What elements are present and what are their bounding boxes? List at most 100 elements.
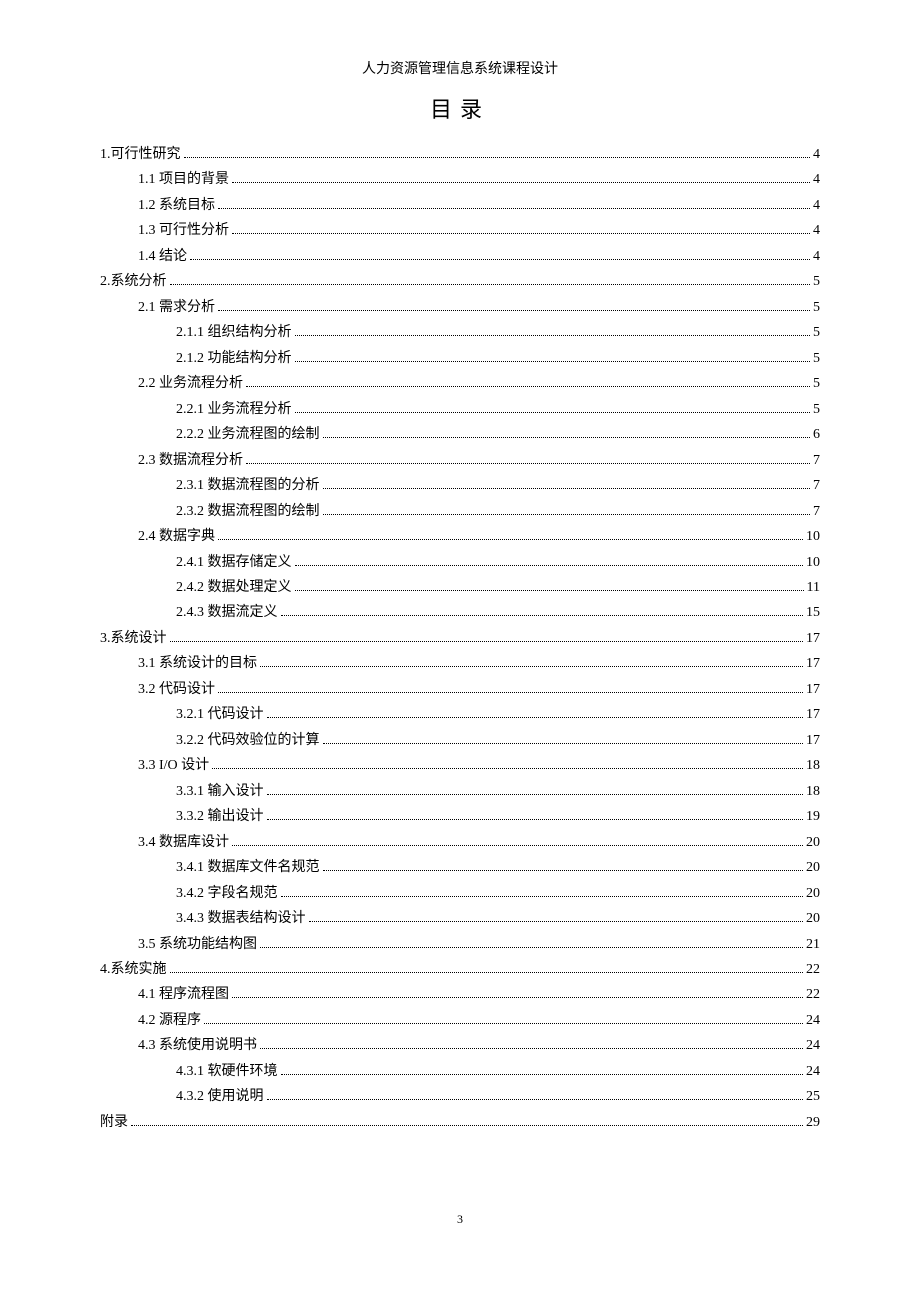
toc-leader-dots xyxy=(246,375,810,387)
toc-entry: 1.3 可行性分析 4 xyxy=(100,218,820,243)
toc-leader-dots xyxy=(295,324,811,336)
toc-entry-page: 6 xyxy=(813,422,820,447)
toc-entry-page: 24 xyxy=(806,1059,820,1084)
toc-entry-page: 4 xyxy=(813,142,820,167)
toc-entry: 3.4.2 字段名规范 20 xyxy=(100,881,820,906)
toc-entry: 2.4 数据字典 10 xyxy=(100,524,820,549)
toc-leader-dots xyxy=(212,757,803,769)
toc-entry-label: 1.1 项目的背景 xyxy=(138,167,229,192)
toc-entry-label: 3.2 代码设计 xyxy=(138,677,215,702)
toc-leader-dots xyxy=(131,1114,803,1126)
toc-entry-label: 3.4.2 字段名规范 xyxy=(176,881,278,906)
toc-leader-dots xyxy=(218,299,810,311)
toc-entry-page: 20 xyxy=(806,906,820,931)
toc-entry: 2.4.2 数据处理定义 11 xyxy=(100,575,820,600)
toc-leader-dots xyxy=(281,1063,804,1075)
toc-leader-dots xyxy=(295,401,811,413)
toc-leader-dots xyxy=(267,706,804,718)
toc-entry-label: 1.3 可行性分析 xyxy=(138,218,229,243)
toc-entry-label: 3.2.2 代码效验位的计算 xyxy=(176,728,320,753)
toc-entry-page: 4 xyxy=(813,218,820,243)
toc-leader-dots xyxy=(323,503,811,515)
toc-entry: 4.3.1 软硬件环境 24 xyxy=(100,1059,820,1084)
toc-entry: 3.2.2 代码效验位的计算 17 xyxy=(100,728,820,753)
toc-entry-page: 5 xyxy=(813,295,820,320)
toc-entry: 附录 29 xyxy=(100,1110,820,1135)
toc-leader-dots xyxy=(281,605,804,617)
toc-entry-page: 18 xyxy=(806,779,820,804)
toc-entry-label: 2.1 需求分析 xyxy=(138,295,215,320)
toc-entry-label: 2.2 业务流程分析 xyxy=(138,371,243,396)
toc-entry: 2.4.3 数据流定义 15 xyxy=(100,600,820,625)
toc-entry: 2.2.1 业务流程分析 5 xyxy=(100,397,820,422)
toc-entry-label: 2.1.2 功能结构分析 xyxy=(176,346,292,371)
toc-leader-dots xyxy=(323,732,804,744)
toc-entry: 1.1 项目的背景 4 xyxy=(100,167,820,192)
toc-entry: 2.4.1 数据存储定义 10 xyxy=(100,550,820,575)
page-number: 3 xyxy=(0,1212,920,1227)
toc-entry-page: 11 xyxy=(807,575,820,600)
toc-entry-page: 10 xyxy=(806,550,820,575)
toc-entry-page: 17 xyxy=(806,728,820,753)
toc-entry-page: 20 xyxy=(806,855,820,880)
toc-entry-label: 3.5 系统功能结构图 xyxy=(138,932,257,957)
toc-leader-dots xyxy=(309,910,804,922)
toc-entry-label: 2.4.1 数据存储定义 xyxy=(176,550,292,575)
toc-entry-page: 21 xyxy=(806,932,820,957)
toc-entry-label: 3.4.1 数据库文件名规范 xyxy=(176,855,320,880)
toc-entry-label: 3.3 I/O 设计 xyxy=(138,753,209,778)
toc-entry-label: 4.系统实施 xyxy=(100,957,167,982)
toc-leader-dots xyxy=(260,936,803,948)
toc-leader-dots xyxy=(170,961,804,973)
toc-entry-label: 2.2.1 业务流程分析 xyxy=(176,397,292,422)
toc-entry: 1.4 结论 4 xyxy=(100,244,820,269)
toc-entry-label: 2.系统分析 xyxy=(100,269,167,294)
toc-entry-label: 2.4.2 数据处理定义 xyxy=(176,575,292,600)
toc-leader-dots xyxy=(232,834,803,846)
toc-leader-dots xyxy=(323,859,804,871)
toc-entry-page: 24 xyxy=(806,1033,820,1058)
toc-entry: 3.4.3 数据表结构设计 20 xyxy=(100,906,820,931)
toc-entry-label: 3.3.1 输入设计 xyxy=(176,779,264,804)
toc-entry-label: 3.4 数据库设计 xyxy=(138,830,229,855)
toc-entry-label: 附录 xyxy=(100,1110,128,1135)
toc-entry-page: 5 xyxy=(813,371,820,396)
toc-entry-label: 4.3.2 使用说明 xyxy=(176,1084,264,1109)
toc-entry-page: 4 xyxy=(813,193,820,218)
toc-entry-label: 2.3.1 数据流程图的分析 xyxy=(176,473,320,498)
toc-leader-dots xyxy=(267,808,804,820)
toc-entry: 2.3 数据流程分析 7 xyxy=(100,448,820,473)
toc-leader-dots xyxy=(184,146,811,158)
toc-entry: 2.系统分析 5 xyxy=(100,269,820,294)
toc-leader-dots xyxy=(260,655,803,667)
toc-entry-label: 4.3 系统使用说明书 xyxy=(138,1033,257,1058)
toc-leader-dots xyxy=(267,1088,804,1100)
toc-leader-dots xyxy=(170,630,804,642)
toc-entry-label: 3.系统设计 xyxy=(100,626,167,651)
toc-entry-label: 2.4.3 数据流定义 xyxy=(176,600,278,625)
toc-entry-page: 20 xyxy=(806,881,820,906)
toc-entry: 3.系统设计 17 xyxy=(100,626,820,651)
toc-entry-page: 7 xyxy=(813,473,820,498)
toc-entry: 4.2 源程序 24 xyxy=(100,1008,820,1033)
toc-entry-label: 4.3.1 软硬件环境 xyxy=(176,1059,278,1084)
toc-entry-label: 2.2.2 业务流程图的绘制 xyxy=(176,422,320,447)
toc-entry: 2.1.1 组织结构分析 5 xyxy=(100,320,820,345)
toc-entry: 2.3.1 数据流程图的分析 7 xyxy=(100,473,820,498)
toc-leader-dots xyxy=(267,783,804,795)
toc-entry-page: 5 xyxy=(813,346,820,371)
toc-leader-dots xyxy=(170,273,811,285)
toc-entry: 2.3.2 数据流程图的绘制 7 xyxy=(100,499,820,524)
toc-entry-label: 3.3.2 输出设计 xyxy=(176,804,264,829)
toc-leader-dots xyxy=(218,528,803,540)
toc-leader-dots xyxy=(246,452,810,464)
toc-leader-dots xyxy=(295,579,804,591)
toc-entry-label: 3.1 系统设计的目标 xyxy=(138,651,257,676)
toc-leader-dots xyxy=(218,681,803,693)
toc-leader-dots xyxy=(323,477,811,489)
toc-leader-dots xyxy=(190,248,810,260)
toc-entry-page: 17 xyxy=(806,677,820,702)
toc-entry: 1.2 系统目标 4 xyxy=(100,193,820,218)
toc-entry-label: 1.可行性研究 xyxy=(100,142,181,167)
toc-entry-page: 22 xyxy=(806,957,820,982)
